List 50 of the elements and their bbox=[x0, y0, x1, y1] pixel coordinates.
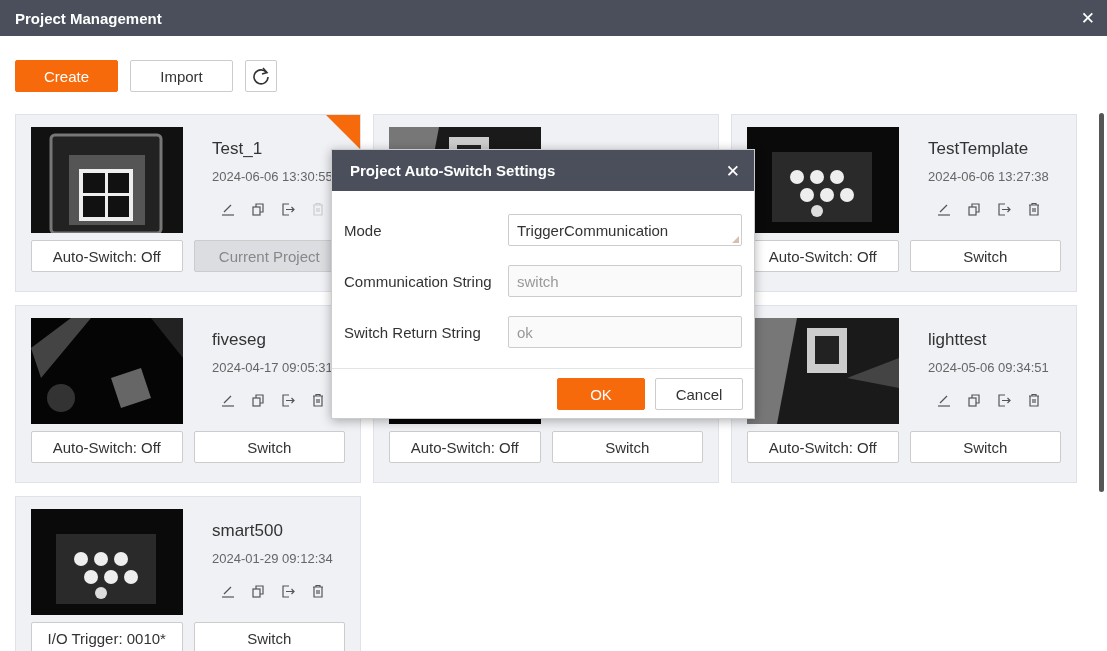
copy-icon[interactable] bbox=[966, 201, 982, 217]
project-date: 2024-05-06 09:34:51 bbox=[928, 360, 1049, 375]
trigger-button[interactable]: I/O Trigger: 0010* bbox=[31, 622, 183, 651]
field-label: Switch Return String bbox=[344, 323, 481, 341]
export-icon[interactable] bbox=[280, 201, 296, 217]
trigger-button[interactable]: Auto-Switch: Off bbox=[747, 431, 899, 463]
project-name: lighttest bbox=[928, 330, 988, 351]
trigger-button[interactable]: Auto-Switch: Off bbox=[389, 431, 541, 463]
switch-button[interactable]: Switch bbox=[193, 622, 345, 651]
export-icon[interactable] bbox=[280, 583, 296, 599]
switch-button[interactable]: Switch bbox=[193, 431, 345, 463]
export-icon[interactable] bbox=[996, 392, 1012, 408]
trash-icon[interactable] bbox=[1026, 201, 1042, 217]
project-date: 2024-06-06 13:30:55 bbox=[212, 169, 333, 184]
dialog-title: Project Auto-Switch Settings bbox=[350, 162, 556, 179]
trash-icon[interactable] bbox=[310, 583, 326, 599]
trigger-button[interactable]: Auto-Switch: Off bbox=[31, 431, 183, 463]
trash-icon[interactable] bbox=[310, 392, 326, 408]
corner-triangle-icon bbox=[732, 236, 739, 243]
input-field[interactable]: ok bbox=[508, 316, 742, 348]
switch-button[interactable]: Switch bbox=[551, 431, 703, 463]
trigger-button[interactable]: Auto-Switch: Off bbox=[31, 240, 183, 272]
project-name: Test_1 bbox=[212, 139, 264, 160]
export-icon[interactable] bbox=[996, 201, 1012, 217]
copy-icon[interactable] bbox=[250, 392, 266, 408]
export-icon[interactable] bbox=[280, 392, 296, 408]
input-field[interactable]: switch bbox=[508, 265, 742, 297]
close-button[interactable]: ✕ bbox=[1080, 8, 1095, 28]
copy-icon[interactable] bbox=[250, 583, 266, 599]
switch-button[interactable]: Switch bbox=[909, 431, 1061, 463]
project-date: 2024-06-06 13:27:38 bbox=[928, 169, 1049, 184]
window-title: Project Management bbox=[15, 9, 162, 27]
field-label: Mode bbox=[344, 221, 382, 239]
mode-dropdown[interactable]: TriggerCommunication bbox=[508, 214, 742, 246]
project-name: TestTemplate bbox=[928, 139, 1030, 160]
switch-button[interactable]: Switch bbox=[909, 240, 1061, 272]
copy-icon[interactable] bbox=[966, 392, 982, 408]
refresh-button[interactable] bbox=[245, 60, 277, 92]
refresh-icon bbox=[251, 66, 271, 86]
import-button[interactable]: Import bbox=[130, 60, 233, 92]
copy-icon[interactable] bbox=[250, 201, 266, 217]
field-label: Communication String bbox=[344, 272, 492, 290]
project-date: 2024-01-29 09:12:34 bbox=[212, 551, 333, 566]
project-name: smart500 bbox=[212, 521, 284, 542]
trash-icon[interactable] bbox=[1026, 392, 1042, 408]
scrollbar[interactable] bbox=[1099, 113, 1104, 492]
cancel-button[interactable]: Cancel bbox=[655, 378, 743, 410]
project-name: fiveseg bbox=[212, 330, 267, 351]
close-button[interactable]: ✕ bbox=[725, 160, 740, 181]
project-date: 2024-04-17 09:05:31 bbox=[212, 360, 333, 375]
